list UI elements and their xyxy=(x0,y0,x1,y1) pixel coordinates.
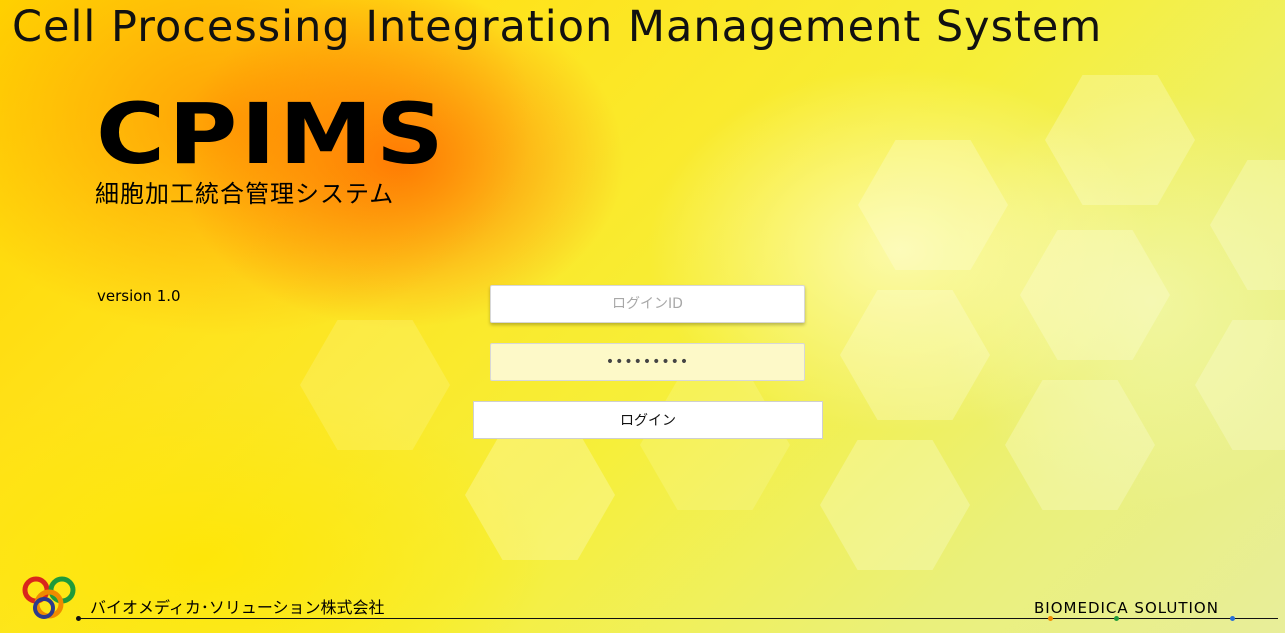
cpims-logo: CPIMS xyxy=(96,85,448,183)
background-hexagon xyxy=(1020,230,1170,360)
app-title: Cell Processing Integration Management S… xyxy=(12,2,1103,52)
brand-wordmark: BIOMEDICA SOLUTION xyxy=(1034,599,1219,617)
background-hexagon xyxy=(1210,160,1285,290)
footer-dot xyxy=(76,616,81,621)
background-hexagon xyxy=(1005,380,1155,510)
background-hexagon xyxy=(820,440,970,570)
company-logo-icon xyxy=(22,576,76,619)
footer-divider xyxy=(78,618,1278,619)
background-hexagon xyxy=(465,430,615,560)
background-hexagon xyxy=(840,290,990,420)
version-label: version 1.0 xyxy=(97,287,181,305)
login-screen: Cell Processing Integration Management S… xyxy=(0,0,1285,633)
login-id-input[interactable] xyxy=(490,285,805,323)
app-subtitle: 細胞加工統合管理システム xyxy=(95,180,395,208)
footer-dot xyxy=(1230,616,1235,621)
background-hexagon xyxy=(300,320,450,450)
background-hexagon xyxy=(858,140,1008,270)
background-hexagon xyxy=(1045,75,1195,205)
background-hexagon xyxy=(640,380,790,510)
background-hexagon xyxy=(1195,320,1285,450)
company-name: バイオメディカ･ソリューション株式会社 xyxy=(90,598,385,617)
login-button[interactable]: ログイン xyxy=(473,401,823,439)
password-input[interactable] xyxy=(490,343,805,381)
